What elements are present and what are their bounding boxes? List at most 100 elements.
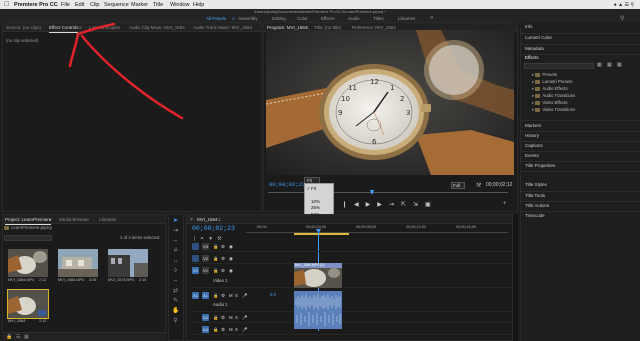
clip-thumbnail[interactable] xyxy=(108,249,148,277)
menu-help[interactable]: Help xyxy=(193,2,204,8)
quality-select[interactable]: Full xyxy=(451,182,465,189)
step-forward-icon[interactable]: ▶ xyxy=(377,202,389,208)
track-select-tool-icon[interactable]: ⇥ xyxy=(172,228,179,235)
lock-track-icon[interactable]: 🔒 xyxy=(213,256,218,262)
workspace-menu-icon[interactable]: ≡ xyxy=(232,16,235,21)
lock-track-icon[interactable]: 🔒 xyxy=(213,293,218,299)
workspace-tab-libraries[interactable]: Libraries xyxy=(398,16,415,21)
program-timecode[interactable]: 00;00;02;23 xyxy=(269,182,305,188)
tab-source[interactable]: Source: (no clips) xyxy=(6,25,41,30)
panel-timecode[interactable]: Timecode xyxy=(525,213,545,219)
lock-track-icon[interactable]: 🔒 xyxy=(213,315,218,321)
track-label-a3[interactable]: A3 xyxy=(202,326,209,333)
tab-libraries[interactable]: Libraries xyxy=(99,217,116,222)
sync-lock-icon[interactable]: ⚙ xyxy=(221,327,225,333)
menu-sequence[interactable]: Sequence xyxy=(104,2,129,8)
tab-project[interactable]: Project: LearnPremiere xyxy=(5,217,52,225)
track-target-button[interactable]: V1 xyxy=(192,267,199,274)
rolling-edit-tool-icon[interactable]: # xyxy=(172,248,179,255)
clip-thumbnail[interactable] xyxy=(8,249,48,277)
apple-icon[interactable]:  xyxy=(4,1,9,8)
lock-icon[interactable]: 🔒 xyxy=(6,334,12,340)
track-label-v3[interactable]: V3 xyxy=(202,243,209,250)
sync-lock-icon[interactable]: ⚙ xyxy=(221,268,225,274)
solo-button[interactable]: S xyxy=(235,315,238,320)
hand-tool-icon[interactable]: ✋ xyxy=(172,308,179,315)
workspace-tab-titles[interactable]: Titles xyxy=(373,16,384,21)
tab-audio-clip-mixer[interactable]: Audio Clip Mixer: MVI_1584 xyxy=(129,25,185,30)
icon-view-icon[interactable]: ▦ xyxy=(24,334,29,340)
workspace-tab-audio[interactable]: Audio xyxy=(348,16,360,21)
list-view-icon[interactable]: ☰ xyxy=(16,334,20,340)
selection-tool-icon[interactable]: ➤ xyxy=(172,218,179,225)
32bit-effects-icon[interactable]: ▦ xyxy=(607,62,612,68)
workspace-tab-assembly[interactable]: Assembly xyxy=(238,16,258,21)
panel-title-properties[interactable]: Title Properties xyxy=(525,163,555,169)
track-label-v1[interactable]: V1 xyxy=(202,267,209,274)
search-icon[interactable]: ⚲ xyxy=(620,15,624,22)
mute-button[interactable]: M xyxy=(229,315,233,320)
toggle-output-icon[interactable]: ◉ xyxy=(229,268,233,274)
slip-tool-icon[interactable]: ⇔ xyxy=(172,278,179,285)
menu-edit[interactable]: Edit xyxy=(75,2,84,8)
toggle-output-icon[interactable]: ◉ xyxy=(229,256,233,262)
yuv-effects-icon[interactable]: ▦ xyxy=(617,62,622,68)
track-target-button[interactable] xyxy=(192,243,199,250)
zoom-tool-icon[interactable]: ⚲ xyxy=(172,318,179,325)
timeline-timecode[interactable]: 00;00;02;23 xyxy=(192,225,235,233)
tab-media-browser[interactable]: Media Browser xyxy=(59,217,89,222)
panel-title-styles[interactable]: Title Styles xyxy=(525,182,547,188)
extract-icon[interactable]: ⇲ xyxy=(413,202,425,208)
project-menu-icon[interactable]: ≡ xyxy=(49,217,52,222)
workspace-tab-all-panels[interactable]: All Panels xyxy=(206,16,227,23)
add-button-icon[interactable]: + xyxy=(503,201,507,207)
sync-lock-icon[interactable]: ⚙ xyxy=(221,244,225,250)
voiceover-icon[interactable]: 🎤 xyxy=(242,315,247,321)
panel-captions[interactable]: Captions xyxy=(525,143,543,149)
go-to-out-icon[interactable]: ⇥ xyxy=(389,202,401,208)
panel-effects[interactable]: Effects xyxy=(525,55,539,61)
mark-in-icon[interactable]: ❙ xyxy=(342,202,354,208)
lift-icon[interactable]: ⇱ xyxy=(401,202,413,208)
tab-lumetri-scopes[interactable]: Lumetri Scopes xyxy=(89,25,120,30)
panel-metadata[interactable]: Metadata xyxy=(525,46,544,52)
track-label-a1[interactable]: A1 xyxy=(202,292,209,299)
settings-wrench-icon[interactable]: ⚒ xyxy=(476,182,481,189)
sequence-menu-icon[interactable]: ≡ xyxy=(218,217,221,222)
pen-tool-icon[interactable]: ✎ xyxy=(172,298,179,305)
menu-title[interactable]: Title xyxy=(153,2,163,8)
tab-sequence[interactable]: MVI_1584 xyxy=(197,217,218,222)
menu-file[interactable]: File xyxy=(61,2,70,8)
audio-level[interactable]: 0.0 xyxy=(270,292,276,297)
workspace-tab-color[interactable]: Color xyxy=(297,16,308,21)
clip-thumbnail[interactable] xyxy=(58,249,98,277)
solo-button[interactable]: S xyxy=(235,293,238,298)
sync-lock-icon[interactable]: ⚙ xyxy=(221,256,225,262)
effects-folder[interactable]: ▸ Lumetri Presets xyxy=(532,79,572,84)
lock-track-icon[interactable]: 🔒 xyxy=(213,268,218,274)
track-label-a2[interactable]: A2 xyxy=(202,314,209,321)
sequence-thumbnail-selected[interactable] xyxy=(7,289,49,319)
razor-tool-icon[interactable]: ◊ xyxy=(172,268,179,275)
sync-lock-icon[interactable]: ⚙ xyxy=(221,293,225,299)
toggle-output-icon[interactable]: ◉ xyxy=(229,244,233,250)
source-patch-a1[interactable]: A1 xyxy=(192,292,199,299)
menu-marker[interactable]: Marker xyxy=(131,2,148,8)
lock-track-icon[interactable]: 🔒 xyxy=(213,244,218,250)
effect-controls-menu-icon[interactable]: ≡ xyxy=(79,25,82,30)
slide-tool-icon[interactable]: ⇄ xyxy=(172,288,179,295)
video-clip[interactable]: MVI_1584.MP4 [V] xyxy=(294,263,342,288)
voiceover-icon[interactable]: 🎤 xyxy=(242,293,247,299)
panel-title-actions[interactable]: Title Actions xyxy=(525,203,549,209)
play-icon[interactable]: ▶ xyxy=(366,202,378,208)
panel-events[interactable]: Events xyxy=(525,153,539,159)
menu-clip[interactable]: Clip xyxy=(90,2,99,8)
tab-effect-controls[interactable]: Effect Controls xyxy=(49,25,79,33)
more-workspaces-icon[interactable]: » xyxy=(430,15,433,21)
export-frame-icon[interactable]: ▣ xyxy=(425,202,438,208)
project-search-input[interactable] xyxy=(4,235,52,241)
track-target-button[interactable] xyxy=(192,255,199,262)
effects-folder[interactable]: ▸ Audio Effects xyxy=(532,86,568,91)
effects-folder[interactable]: ▸ Audio Transitions xyxy=(532,93,575,98)
effects-folder[interactable]: ▸ Presets xyxy=(532,72,557,77)
